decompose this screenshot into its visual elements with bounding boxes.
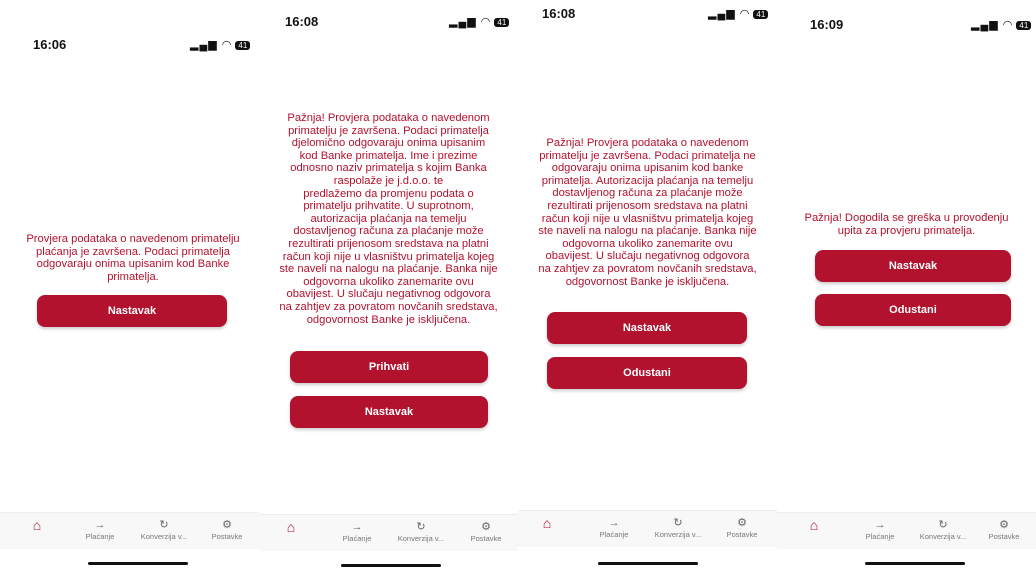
battery-icon: 41: [494, 17, 510, 27]
tab-payments[interactable]: → Plaćanje: [582, 517, 646, 539]
home-indicator: [341, 564, 441, 567]
tab-label: Postavke: [211, 532, 243, 541]
phone-screen-3: 16:08 ▂▄▆ ◠ 41 Pažnja! Provjera podataka …: [518, 0, 777, 568]
tab-label: Konverzija v...: [654, 530, 702, 539]
tab-label: Postavke: [988, 532, 1020, 541]
tab-settings[interactable]: ⚙ Postavke: [972, 519, 1036, 541]
bottom-tab-bar: ⌂ → Plaćanje ↻ Konverzija v... ⚙ Postavke: [518, 510, 777, 547]
error-message: Pažnja! Dogodila se greška u provođenju …: [804, 212, 1009, 237]
bottom-tab-bar: ⌂ → Plaćanje ↻ Konverzija v... ⚙ Postavke: [259, 514, 518, 551]
cancel-button[interactable]: Odustani: [547, 357, 747, 389]
tab-label: Postavke: [470, 534, 502, 543]
cancel-button[interactable]: Odustani: [815, 294, 1011, 326]
bottom-tab-bar: ⌂ → Plaćanje ↻ Konverzija v... ⚙ Postavke: [0, 512, 259, 549]
verification-message: Pažnja! Provjera podataka o navedenom pr…: [279, 112, 498, 326]
tab-label: Postavke: [726, 530, 758, 539]
refresh-icon: ↻: [673, 517, 683, 529]
tab-conversion[interactable]: ↻ Konverzija v...: [911, 519, 975, 541]
tab-payments[interactable]: → Plaćanje: [68, 519, 132, 541]
battery-icon: 41: [235, 40, 251, 50]
arrow-right-icon: →: [94, 519, 106, 531]
gear-icon: ⚙: [481, 521, 491, 533]
home-icon: ⌂: [32, 517, 42, 533]
status-time: 16:08: [285, 14, 319, 29]
status-icons: ▂▄▆ ◠ 41: [708, 7, 769, 20]
tab-label: Konverzija v...: [397, 534, 445, 543]
phone-screen-2: 16:08 ▂▄▆ ◠ 41 Pažnja! Provjera podataka …: [259, 0, 518, 568]
tab-settings[interactable]: ⚙ Postavke: [454, 521, 518, 543]
tab-label: Konverzija v...: [140, 532, 188, 541]
home-indicator: [598, 562, 698, 565]
phone-screen-1: 16:06 ▂▄▆ ◠ 41 Provjera podataka o navede…: [0, 0, 259, 568]
bottom-tab-bar: ⌂ → Plaćanje ↻ Konverzija v... ⚙ Postavke: [777, 512, 1036, 549]
home-icon: ⌂: [809, 517, 819, 533]
continue-button[interactable]: Nastavak: [290, 396, 488, 428]
refresh-icon: ↻: [159, 519, 169, 531]
tab-home[interactable]: ⌂: [518, 515, 579, 531]
tab-label: Plaćanje: [85, 532, 115, 541]
tab-label: Plaćanje: [599, 530, 629, 539]
verification-message: Pažnja! Provjera podataka o navedenom pr…: [538, 137, 757, 288]
status-time: 16:09: [810, 17, 844, 32]
tab-label: Plaćanje: [342, 534, 372, 543]
tab-label: Konverzija v...: [919, 532, 967, 541]
arrow-right-icon: →: [351, 521, 363, 533]
refresh-icon: ↻: [416, 521, 426, 533]
tab-home[interactable]: ⌂: [782, 517, 846, 533]
tab-conversion[interactable]: ↻ Konverzija v...: [389, 521, 453, 543]
home-icon: ⌂: [286, 519, 296, 535]
home-indicator: [865, 562, 965, 565]
status-time: 16:08: [542, 6, 576, 21]
continue-button[interactable]: Nastavak: [37, 295, 227, 327]
battery-icon: 41: [753, 9, 769, 19]
tab-settings[interactable]: ⚙ Postavke: [710, 517, 774, 539]
refresh-icon: ↻: [938, 519, 948, 531]
arrow-right-icon: →: [874, 519, 886, 531]
continue-button[interactable]: Nastavak: [547, 312, 747, 344]
battery-icon: 41: [1016, 20, 1032, 30]
tab-home[interactable]: ⌂: [5, 517, 69, 533]
home-icon: ⌂: [542, 515, 552, 531]
tab-conversion[interactable]: ↻ Konverzija v...: [646, 517, 710, 539]
status-icons: ▂▄▆ ◠ 41: [190, 38, 251, 51]
status-time: 16:06: [33, 37, 67, 52]
tab-home[interactable]: ⌂: [259, 519, 323, 535]
tab-settings[interactable]: ⚙ Postavke: [195, 519, 259, 541]
status-icons: ▂▄▆ ◠ 41: [449, 15, 510, 28]
status-icons: ▂▄▆ ◠ 41: [971, 18, 1032, 31]
gear-icon: ⚙: [222, 519, 232, 531]
home-indicator: [88, 562, 188, 565]
phone-screen-4: 16:09 ▂▄▆ ◠ 41 Pažnja! Dogodila se greška…: [777, 0, 1036, 568]
tab-payments[interactable]: → Plaćanje: [848, 519, 912, 541]
accept-button[interactable]: Prihvati: [290, 351, 488, 383]
gear-icon: ⚙: [999, 519, 1009, 531]
tab-conversion[interactable]: ↻ Konverzija v...: [132, 519, 196, 541]
tab-payments[interactable]: → Plaćanje: [325, 521, 389, 543]
tab-label: Plaćanje: [865, 532, 895, 541]
verification-message: Provjera podataka o navedenom primatelju…: [26, 233, 240, 283]
continue-button[interactable]: Nastavak: [815, 250, 1011, 282]
gear-icon: ⚙: [737, 517, 747, 529]
arrow-right-icon: →: [608, 517, 620, 529]
